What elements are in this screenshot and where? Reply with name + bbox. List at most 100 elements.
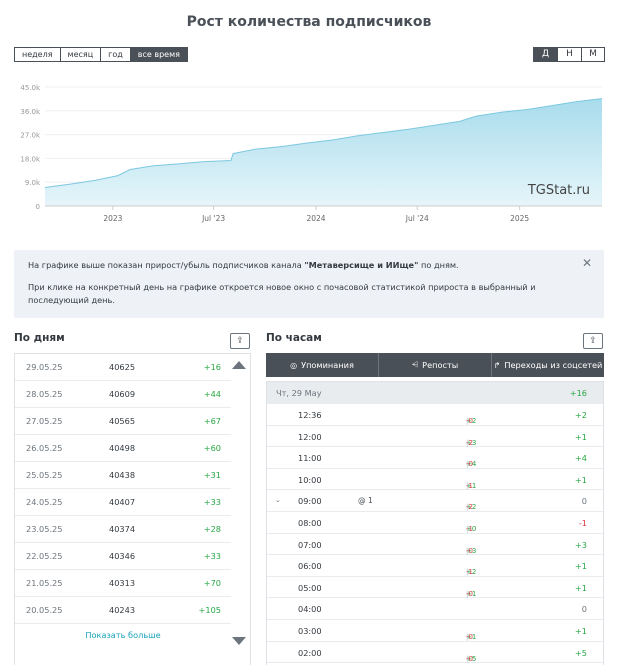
left-count: -1 bbox=[466, 568, 473, 577]
table-row[interactable]: 05:00 +1 | -0 +1 bbox=[267, 577, 603, 599]
table-row[interactable]: 29.05.25 40625 +16 bbox=[15, 354, 231, 381]
table-row[interactable]: 28.05.25 40609 +44 bbox=[15, 381, 231, 408]
table-row[interactable]: 23.05.25 40374 +28 bbox=[15, 516, 231, 543]
hour-label: 02:00 bbox=[298, 647, 322, 658]
day-change: +67 bbox=[203, 416, 221, 426]
table-row[interactable]: 10:00 +1 | -1 +1 bbox=[267, 469, 603, 491]
export-day-button[interactable]: ⇪ bbox=[230, 333, 250, 349]
table-row[interactable]: 07:00 +3 | -0 +3 bbox=[267, 534, 603, 556]
x-tick-label: Jul '23 bbox=[201, 214, 225, 223]
hour-label: 04:00 bbox=[298, 604, 322, 615]
y-tick-label: 27.0k bbox=[20, 132, 41, 140]
show-more-link[interactable]: Показать больше bbox=[15, 630, 231, 640]
left-count: -1 bbox=[466, 525, 473, 533]
day-date: 29.05.25 bbox=[26, 362, 63, 372]
day-value: 40625 bbox=[109, 362, 136, 372]
granularity-button[interactable]: Д bbox=[533, 47, 557, 62]
day-date: 24.05.25 bbox=[26, 497, 63, 507]
watermark-text: TGStat.ru bbox=[527, 183, 590, 198]
hour-change: +1 bbox=[574, 582, 587, 593]
table-row[interactable]: 04:00 0 bbox=[267, 598, 603, 620]
day-change: +44 bbox=[203, 389, 221, 399]
table-row[interactable]: 20.05.25 40243 +105 bbox=[15, 597, 231, 624]
left-count: -0 bbox=[466, 417, 473, 425]
period-button[interactable]: все время bbox=[129, 47, 188, 62]
table-row[interactable]: 12:00 +3 | -2 +1 bbox=[267, 426, 603, 448]
y-tick-label: 18.0k bbox=[20, 155, 41, 163]
export-icon: ⇪ bbox=[589, 336, 597, 346]
by-hour-table: Чт, 29 May +16 12:36 +2 | -0 +2 12:00 +3 | -2 +1 1… bbox=[266, 381, 604, 665]
page-title: Рост количества подписчиков bbox=[186, 14, 432, 30]
period-button[interactable]: год bbox=[100, 47, 130, 62]
period-selector: неделя месяц год все время bbox=[14, 47, 188, 62]
table-row[interactable]: 27.05.25 40565 +67 bbox=[15, 408, 231, 435]
hour-day-change: +16 bbox=[569, 388, 587, 398]
day-date: 28.05.25 bbox=[26, 389, 63, 399]
chart-svg[interactable]: 0 9.0k 18.0k 27.0k 36.0k 45.0k 2023 Jul '23 2024… bbox=[14, 78, 604, 230]
tab-redirect[interactable]: ↱ Переходы из соцсетей bbox=[491, 353, 604, 377]
granularity-button[interactable]: М bbox=[581, 47, 605, 62]
hour-change: +1 bbox=[574, 474, 587, 485]
hour-change: +1 bbox=[574, 431, 587, 442]
hour-label: 11:00 bbox=[298, 453, 322, 464]
day-change: +31 bbox=[203, 470, 221, 480]
day-value: 40407 bbox=[109, 497, 136, 507]
export-hour-button[interactable]: ⇪ bbox=[583, 333, 603, 349]
hour-label: 06:00 bbox=[298, 561, 322, 572]
scroll-down-icon[interactable] bbox=[232, 637, 246, 645]
granularity-selector: ДНМ bbox=[533, 47, 605, 62]
series-area bbox=[45, 98, 602, 206]
by-day-title: По дням bbox=[14, 332, 65, 344]
tab-share[interactable]: ⩤ Репосты bbox=[378, 353, 491, 377]
table-row[interactable]: 08:00 +0 | -1 -1 bbox=[267, 512, 603, 534]
y-tick-label: 36.0k bbox=[20, 108, 41, 116]
table-row[interactable]: 21.05.25 40313 +70 bbox=[15, 570, 231, 597]
left-count: -2 bbox=[466, 503, 473, 512]
left-count: -0 bbox=[466, 546, 473, 555]
period-button[interactable]: неделя bbox=[14, 47, 60, 62]
table-row[interactable]: 03:00 +1 | -0 +1 bbox=[267, 620, 603, 642]
day-date: 25.05.25 bbox=[26, 470, 63, 480]
close-icon[interactable]: ✕ bbox=[582, 257, 592, 270]
table-row[interactable]: ⌄ 09:00 @ 1 +2 | -2 0 bbox=[267, 490, 603, 512]
tab-label: Упоминания bbox=[301, 360, 354, 370]
hour-change: +1 bbox=[574, 626, 587, 636]
table-row[interactable]: 11:00 +4 | -0 +4 bbox=[267, 447, 603, 469]
table-row[interactable]: 06:00 +2 | -1 +1 bbox=[267, 555, 603, 577]
day-date: 26.05.25 bbox=[26, 443, 63, 453]
hour-label: 12:00 bbox=[298, 431, 322, 442]
period-button[interactable]: месяц bbox=[59, 47, 101, 62]
channel-name: "Метаверсище и ИИще" bbox=[304, 260, 419, 270]
table-row[interactable]: 24.05.25 40407 +33 bbox=[15, 489, 231, 516]
hour-label: 09:00 bbox=[298, 496, 322, 507]
day-date: 22.05.25 bbox=[26, 551, 63, 561]
hour-day-label: Чт, 29 May bbox=[276, 388, 322, 398]
table-row[interactable]: 22.05.25 40346 +33 bbox=[15, 543, 231, 570]
day-value: 40609 bbox=[109, 389, 136, 399]
hour-label: 10:00 bbox=[298, 474, 322, 485]
granularity-button[interactable]: Н bbox=[557, 47, 581, 62]
chevron-down-icon[interactable]: ⌄ bbox=[275, 496, 281, 504]
day-change: +28 bbox=[203, 524, 221, 534]
hour-change: +2 bbox=[574, 410, 587, 420]
hour-day-header[interactable]: Чт, 29 May +16 bbox=[267, 382, 603, 404]
day-change: +70 bbox=[203, 578, 221, 588]
tab-mention[interactable]: ◎ Упоминания bbox=[266, 353, 378, 377]
y-tick-label: 9.0k bbox=[25, 179, 41, 187]
hour-change: 0 bbox=[581, 604, 587, 615]
table-row[interactable]: 25.05.25 40438 +31 bbox=[15, 462, 231, 489]
hour-change: +4 bbox=[574, 453, 587, 464]
x-tick-label: Jul '24 bbox=[405, 214, 429, 223]
share-icon: ⩤ bbox=[411, 360, 419, 369]
by-hour-title: По часам bbox=[266, 332, 322, 344]
subscribers-chart[interactable]: 0 9.0k 18.0k 27.0k 36.0k 45.0k 2023 Jul '23 2024… bbox=[14, 78, 604, 230]
table-row[interactable]: 12:36 +2 | -0 +2 bbox=[267, 404, 603, 426]
hour-label: 12:36 bbox=[298, 410, 322, 420]
day-date: 21.05.25 bbox=[26, 578, 63, 588]
hour-change: +1 bbox=[574, 561, 587, 572]
mentions-count: @ 1 bbox=[358, 496, 373, 506]
info-line-2: При клике на конкретный день на графике … bbox=[28, 282, 536, 305]
scroll-up-icon[interactable] bbox=[232, 361, 246, 369]
table-row[interactable]: 26.05.25 40498 +60 bbox=[15, 435, 231, 462]
table-row[interactable]: 02:00 +5 | -0 +5 bbox=[267, 642, 603, 664]
